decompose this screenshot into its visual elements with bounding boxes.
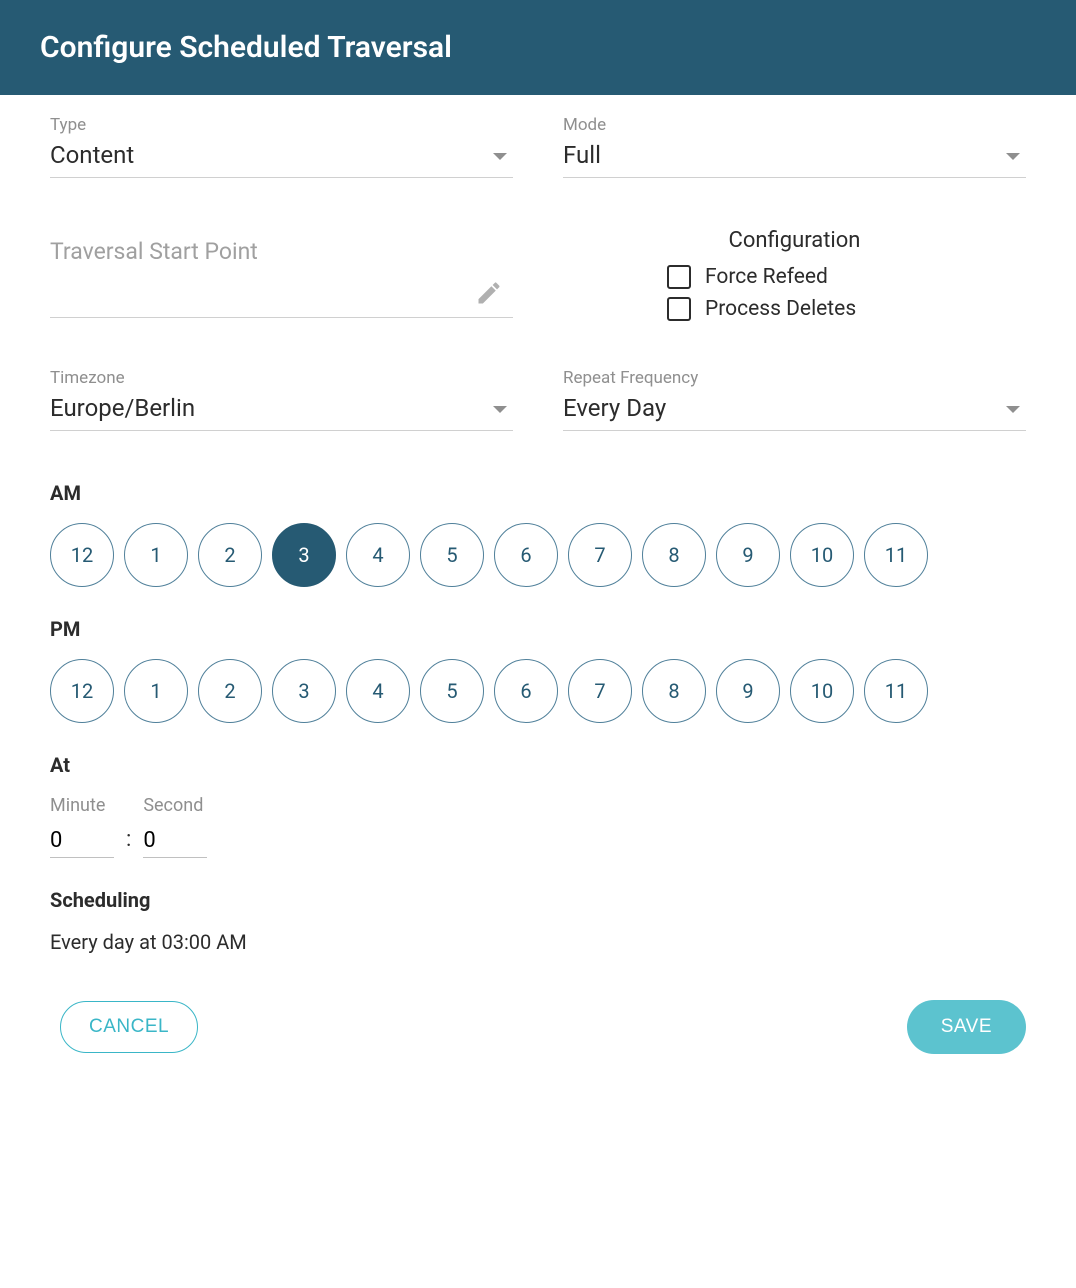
am-hour-11[interactable]: 11 bbox=[864, 523, 928, 587]
type-select[interactable]: Content bbox=[50, 141, 513, 178]
time-separator: : bbox=[126, 827, 131, 858]
configuration-block: Configuration Force Refeed Process Delet… bbox=[563, 228, 1026, 321]
minute-input[interactable] bbox=[50, 824, 114, 858]
pm-hours-row: 121234567891011 bbox=[50, 659, 1026, 723]
checkbox-icon bbox=[667, 297, 691, 321]
chevron-down-icon bbox=[493, 406, 507, 413]
force-refeed-label: Force Refeed bbox=[705, 265, 828, 289]
pm-hour-8[interactable]: 8 bbox=[642, 659, 706, 723]
pm-hour-3[interactable]: 3 bbox=[272, 659, 336, 723]
pm-hour-4[interactable]: 4 bbox=[346, 659, 410, 723]
am-hour-7[interactable]: 7 bbox=[568, 523, 632, 587]
repeat-frequency-label: Repeat Frequency bbox=[563, 368, 1026, 388]
pm-hour-12[interactable]: 12 bbox=[50, 659, 114, 723]
minute-label: Minute bbox=[50, 795, 114, 816]
chevron-down-icon bbox=[1006, 406, 1020, 413]
chevron-down-icon bbox=[493, 153, 507, 160]
pm-hour-7[interactable]: 7 bbox=[568, 659, 632, 723]
type-value: Content bbox=[50, 141, 134, 169]
am-hour-4[interactable]: 4 bbox=[346, 523, 410, 587]
pm-hour-9[interactable]: 9 bbox=[716, 659, 780, 723]
am-hour-10[interactable]: 10 bbox=[790, 523, 854, 587]
save-button[interactable]: SAVE bbox=[907, 1000, 1026, 1054]
timezone-label: Timezone bbox=[50, 368, 513, 388]
timezone-select[interactable]: Europe/Berlin bbox=[50, 394, 513, 431]
pm-hour-5[interactable]: 5 bbox=[420, 659, 484, 723]
dialog-footer: CANCEL SAVE bbox=[0, 1000, 1076, 1094]
scheduling-label: Scheduling bbox=[50, 888, 1026, 912]
at-label: At bbox=[50, 753, 1026, 777]
mode-select[interactable]: Full bbox=[563, 141, 1026, 178]
pm-hour-11[interactable]: 11 bbox=[864, 659, 928, 723]
mode-value: Full bbox=[563, 141, 601, 169]
second-label: Second bbox=[143, 795, 207, 816]
traversal-start-point-field[interactable]: Traversal Start Point bbox=[50, 238, 513, 318]
pm-label: PM bbox=[50, 617, 1026, 641]
checkbox-icon bbox=[667, 265, 691, 289]
repeat-frequency-value: Every Day bbox=[563, 394, 666, 422]
am-hour-6[interactable]: 6 bbox=[494, 523, 558, 587]
pm-hour-2[interactable]: 2 bbox=[198, 659, 262, 723]
pm-hour-1[interactable]: 1 bbox=[124, 659, 188, 723]
am-hours-row: 121234567891011 bbox=[50, 523, 1026, 587]
repeat-frequency-select[interactable]: Every Day bbox=[563, 394, 1026, 431]
am-hour-8[interactable]: 8 bbox=[642, 523, 706, 587]
force-refeed-checkbox[interactable]: Force Refeed bbox=[563, 265, 1026, 289]
chevron-down-icon bbox=[1006, 153, 1020, 160]
am-hour-9[interactable]: 9 bbox=[716, 523, 780, 587]
process-deletes-label: Process Deletes bbox=[705, 297, 856, 321]
am-hour-3[interactable]: 3 bbox=[272, 523, 336, 587]
second-input[interactable] bbox=[143, 824, 207, 858]
scheduling-summary: Every day at 03:00 AM bbox=[50, 930, 1026, 954]
dialog-title: Configure Scheduled Traversal bbox=[40, 30, 1036, 65]
mode-label: Mode bbox=[563, 115, 1026, 135]
pencil-icon[interactable] bbox=[475, 279, 503, 307]
at-row: Minute : Second bbox=[50, 795, 1026, 858]
am-hour-12[interactable]: 12 bbox=[50, 523, 114, 587]
type-label: Type bbox=[50, 115, 513, 135]
pm-hour-6[interactable]: 6 bbox=[494, 659, 558, 723]
am-hour-5[interactable]: 5 bbox=[420, 523, 484, 587]
traversal-start-point-label: Traversal Start Point bbox=[50, 238, 258, 265]
am-hour-1[interactable]: 1 bbox=[124, 523, 188, 587]
pm-hour-10[interactable]: 10 bbox=[790, 659, 854, 723]
process-deletes-checkbox[interactable]: Process Deletes bbox=[563, 297, 1026, 321]
configuration-title: Configuration bbox=[563, 228, 1026, 253]
dialog-header: Configure Scheduled Traversal bbox=[0, 0, 1076, 95]
timezone-value: Europe/Berlin bbox=[50, 394, 195, 422]
am-hour-2[interactable]: 2 bbox=[198, 523, 262, 587]
am-label: AM bbox=[50, 481, 1026, 505]
cancel-button[interactable]: CANCEL bbox=[60, 1001, 198, 1053]
dialog-content: Type Content Mode Full Traversal Start P… bbox=[0, 95, 1076, 984]
